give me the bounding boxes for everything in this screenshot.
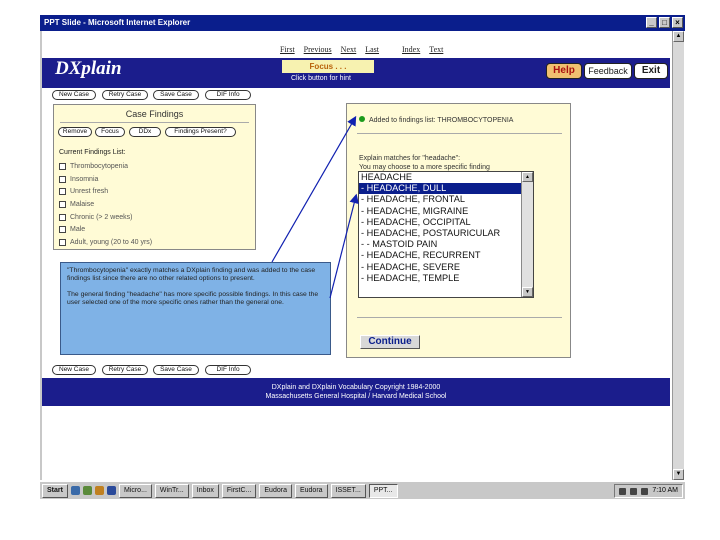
taskbar-item-active[interactable]: PPT... bbox=[368, 483, 398, 498]
new-case-button-bottom[interactable]: New Case bbox=[52, 365, 96, 375]
channels-icon[interactable] bbox=[106, 486, 116, 495]
outlook-icon[interactable] bbox=[94, 486, 104, 495]
tray-icon[interactable] bbox=[630, 487, 638, 495]
ie-icon[interactable] bbox=[70, 486, 80, 495]
windows-taskbar: Start Micro... WinTr... Inbox FirstC... … bbox=[40, 481, 685, 499]
taskbar-item[interactable]: Inbox bbox=[191, 483, 219, 498]
callout-arrows bbox=[271, 115, 359, 299]
tray-icon[interactable] bbox=[619, 487, 627, 495]
taskbar-item[interactable]: FirstC... bbox=[221, 483, 257, 498]
taskbar-item[interactable]: Eudora bbox=[294, 483, 328, 498]
footer-band: DXplain and DXplain Vocabulary Copyright… bbox=[42, 378, 670, 406]
save-case-button-bottom[interactable]: Save Case bbox=[153, 365, 199, 375]
dif-info-button-bottom[interactable]: DIF Info bbox=[205, 365, 251, 375]
retry-case-button-bottom[interactable]: Retry Case bbox=[102, 365, 148, 375]
arrow-to-selected-option bbox=[329, 193, 359, 299]
system-tray: 7:10 AM bbox=[614, 484, 683, 498]
taskbar-item[interactable]: ISSET... bbox=[330, 483, 366, 498]
copyright-line: DXplain and DXplain Vocabulary Copyright… bbox=[271, 384, 441, 391]
desktop-icon[interactable] bbox=[82, 486, 92, 495]
clock: 7:10 AM bbox=[652, 487, 678, 494]
taskbar-item[interactable]: Micro... bbox=[118, 483, 152, 498]
start-button[interactable]: Start bbox=[42, 483, 68, 498]
arrow-to-added-finding bbox=[271, 115, 357, 263]
speaker-icon[interactable] bbox=[641, 487, 649, 495]
taskbar-item[interactable]: WinTr... bbox=[154, 483, 189, 498]
taskbar-item[interactable]: Eudora bbox=[259, 483, 292, 498]
institution-line: Massachusetts General Hospital / Harvard… bbox=[265, 393, 447, 400]
